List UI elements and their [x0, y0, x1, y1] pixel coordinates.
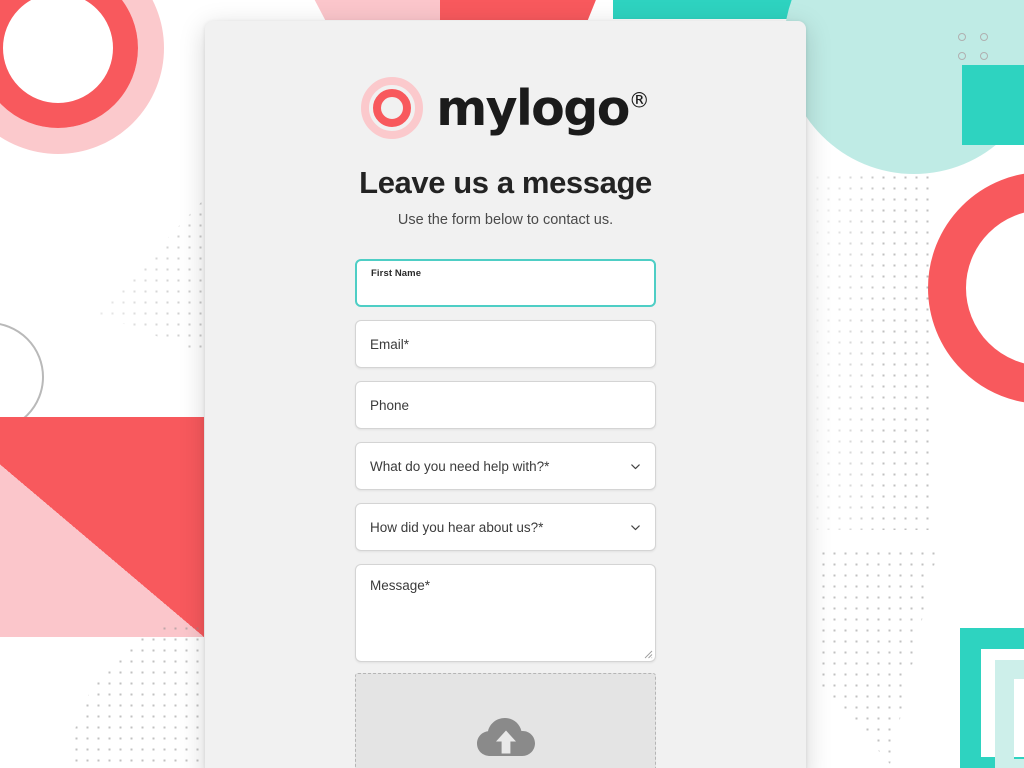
grid-circle	[980, 52, 988, 60]
circle-dot-grid-icon	[958, 33, 994, 63]
square-teal-top-right	[962, 65, 1024, 145]
grid-circle	[958, 33, 966, 41]
field-message[interactable]: Message*	[355, 564, 656, 662]
trapezoid-pink-top	[300, 0, 440, 20]
grid-circle	[958, 52, 966, 60]
contact-form-card: mylogo® Leave us a message Use the form …	[205, 21, 806, 768]
rect-teal-top	[613, 0, 809, 19]
page-subtitle: Use the form below to contact us.	[397, 212, 614, 228]
circle-outline-left	[0, 322, 44, 432]
field-email[interactable]: Email*	[355, 320, 656, 368]
first-name-label: First Name	[371, 268, 422, 279]
cloud-upload-icon	[476, 718, 535, 756]
page-title: Leave us a message	[359, 165, 652, 200]
help-topic-label: What do you need help with?*	[370, 458, 550, 474]
chevron-down-icon	[631, 463, 640, 469]
field-phone[interactable]: Phone	[355, 381, 656, 429]
grid-circle	[980, 33, 988, 41]
field-first-name[interactable]: First Name	[355, 259, 656, 307]
shape-coral-top	[440, 0, 608, 20]
square-frame-inner	[995, 660, 1024, 768]
dot-pattern-right-middle	[812, 172, 930, 530]
email-placeholder: Email*	[370, 336, 410, 352]
concentric-ring-logo-icon	[361, 77, 424, 139]
brand-name: mylogo®	[436, 84, 650, 133]
message-placeholder: Message*	[370, 578, 431, 593]
select-help-topic[interactable]: What do you need help with?*	[355, 442, 656, 490]
chevron-down-icon	[631, 524, 640, 530]
referral-source-label: How did you hear about us?*	[370, 519, 544, 535]
split-square-left	[0, 417, 204, 637]
contact-form: First Name Email* Phone What do you need…	[355, 259, 656, 768]
registered-trademark-mark: ®	[628, 88, 650, 113]
select-referral-source[interactable]: How did you hear about us?*	[355, 503, 656, 551]
phone-placeholder: Phone	[370, 397, 410, 413]
ring-coral-right	[928, 172, 1024, 404]
brand-logo: mylogo®	[205, 77, 806, 139]
dot-pattern-right-bottom	[818, 548, 938, 764]
brand-name-text: mylogo	[436, 79, 630, 137]
file-upload-dropzone[interactable]: Drop file here or click to upload	[355, 673, 656, 768]
